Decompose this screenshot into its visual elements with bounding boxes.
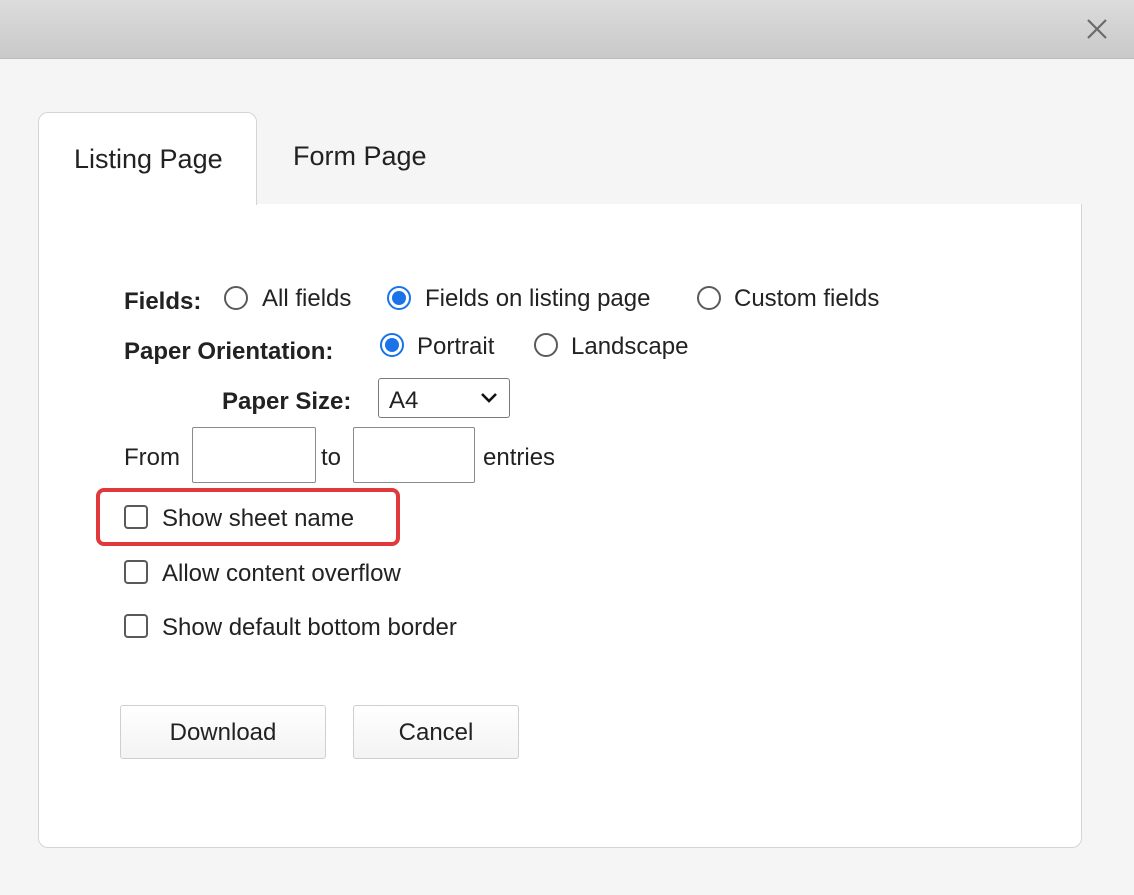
tab-form-page[interactable]: Form Page	[293, 143, 427, 170]
dialog-titlebar	[0, 0, 1134, 59]
paper-size-select[interactable]: A4	[378, 378, 510, 418]
tab-listing-page-label: Listing Page	[74, 144, 223, 174]
radio-landscape-label: Landscape	[571, 333, 689, 360]
allow-content-overflow-checkbox[interactable]	[124, 560, 148, 584]
to-label: to	[321, 444, 342, 471]
show-sheet-name-checkbox[interactable]	[124, 505, 148, 529]
tab-listing-page[interactable]: Listing Page	[38, 112, 257, 205]
radio-custom-fields-label: Custom fields	[734, 285, 880, 312]
radio-portrait[interactable]	[380, 333, 404, 357]
radio-custom-fields[interactable]	[697, 286, 721, 310]
radio-all-fields-label: All fields	[262, 285, 352, 312]
download-button[interactable]: Download	[120, 705, 326, 759]
tab-form-page-label: Form Page	[293, 141, 427, 171]
to-entry-input[interactable]	[353, 427, 475, 483]
allow-content-overflow-label: Allow content overflow	[162, 560, 401, 587]
from-label: From	[124, 444, 180, 471]
show-default-bottom-border-checkbox[interactable]	[124, 614, 148, 638]
radio-all-fields[interactable]	[224, 286, 248, 310]
close-icon	[1087, 19, 1107, 39]
radio-fields-on-listing-page[interactable]	[387, 286, 411, 310]
fields-label: Fields:	[124, 288, 202, 315]
paper-size-value: A4	[389, 387, 419, 414]
close-button[interactable]	[1082, 14, 1112, 44]
paper-orientation-label: Paper Orientation:	[124, 338, 334, 365]
entries-label: entries	[483, 444, 556, 471]
radio-portrait-label: Portrait	[417, 333, 495, 360]
show-default-bottom-border-label: Show default bottom border	[162, 614, 457, 641]
radio-fields-on-listing-page-label: Fields on listing page	[425, 285, 651, 312]
paper-size-label: Paper Size:	[222, 388, 352, 415]
cancel-button[interactable]: Cancel	[353, 705, 519, 759]
from-entry-input[interactable]	[192, 427, 316, 483]
radio-landscape[interactable]	[534, 333, 558, 357]
chevron-down-icon	[481, 393, 497, 403]
show-sheet-name-label: Show sheet name	[162, 505, 355, 532]
